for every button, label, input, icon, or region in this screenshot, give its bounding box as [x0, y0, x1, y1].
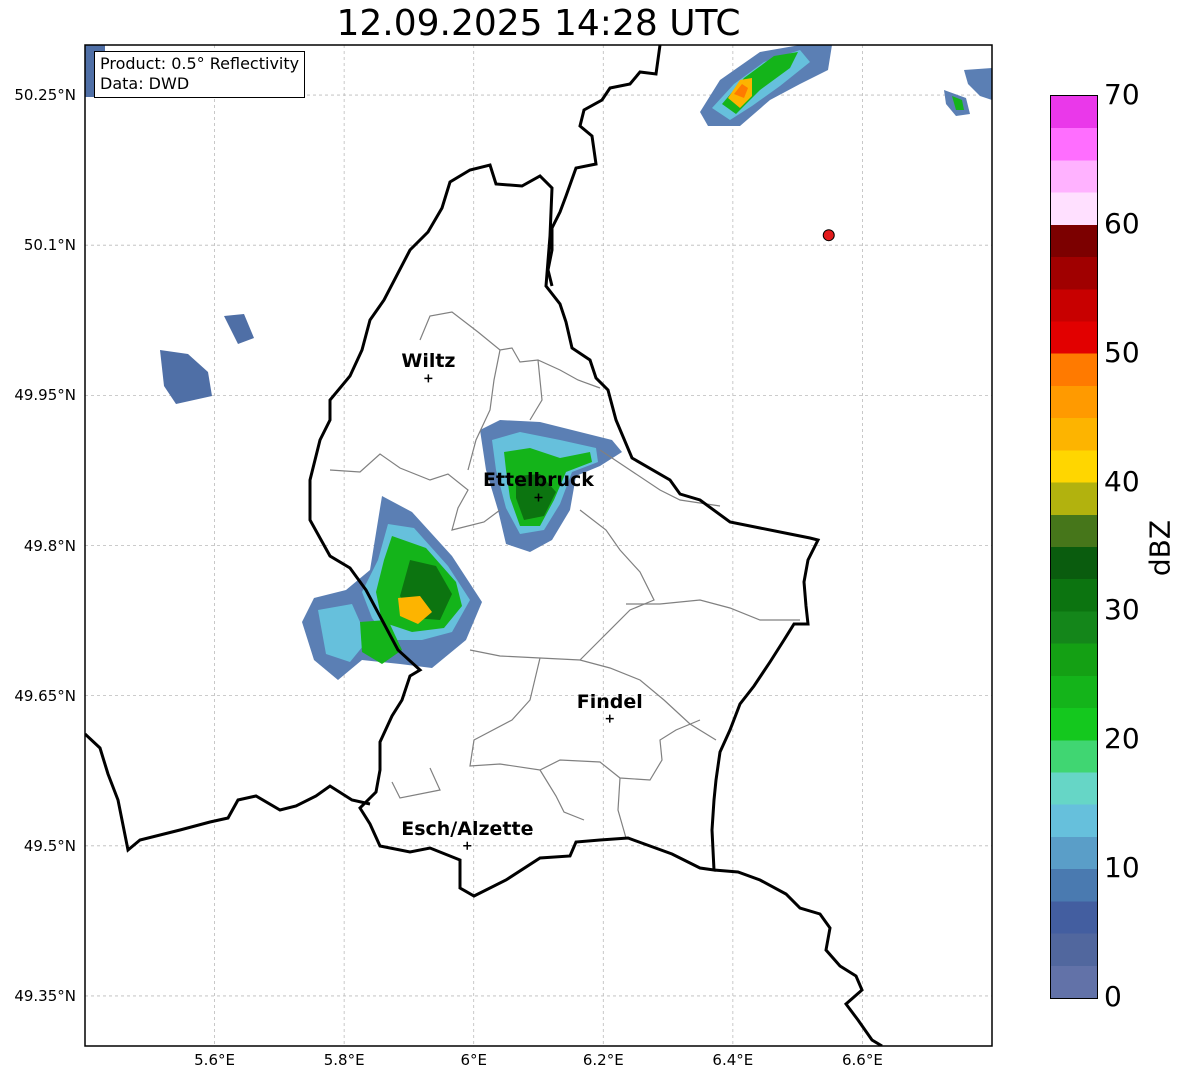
- radar-map: [84, 44, 993, 1047]
- latitude-tick-label: 50.1°N: [23, 236, 76, 255]
- colorbar-tick-label: 10: [1104, 851, 1140, 885]
- germany-border: [546, 45, 662, 287]
- latitude-tick-label: 49.65°N: [14, 686, 76, 705]
- latitude-tick-label: 49.5°N: [23, 836, 76, 855]
- colorbar: [1050, 95, 1098, 999]
- colorbar-tick-label: 50: [1104, 335, 1140, 369]
- latitude-tick-label: 49.95°N: [14, 386, 76, 405]
- echo-west-cluster: [85, 45, 254, 404]
- longitude-tick-label: 5.6°E: [194, 1051, 235, 1069]
- data-source-label: Data: DWD: [100, 74, 190, 93]
- city-label: Findel: [576, 690, 643, 713]
- colorbar-tick-label: 20: [1104, 722, 1140, 756]
- latitude-tick-label: 50.25°N: [14, 86, 76, 105]
- longitude-tick-label: 5.8°E: [323, 1051, 365, 1069]
- city-marker: [605, 714, 614, 723]
- latitude-tick-label: 49.8°N: [23, 536, 76, 555]
- longitude-tick-label: 6.4°E: [712, 1051, 754, 1069]
- product-info-box: Product: 0.5° Reflectivity Data: DWD: [94, 51, 306, 98]
- city-label: Ettelbruck: [483, 469, 594, 492]
- colorbar-tick-label: 40: [1104, 464, 1140, 498]
- colorbar-tick-label: 0: [1104, 980, 1122, 1013]
- longitude-tick-label: 6°E: [460, 1051, 487, 1069]
- city-marker: [424, 374, 433, 383]
- france-border: [85, 732, 371, 853]
- longitude-tick-label: 6.2°E: [582, 1051, 624, 1069]
- germany-border-south: [713, 868, 883, 1046]
- city-label: Wiltz: [401, 350, 456, 373]
- echo-north-cell: [700, 45, 992, 126]
- longitude-tick-label: 6.6°E: [842, 1051, 883, 1069]
- city-marker: [463, 841, 472, 850]
- city-label: Esch/Alzette: [401, 817, 534, 840]
- echo-sw-cell: [302, 496, 482, 680]
- colorbar-tick-label: 60: [1104, 206, 1140, 240]
- colorbar-tick-label: 30: [1104, 593, 1140, 627]
- colorbar-unit-label: dBZ: [1143, 519, 1177, 577]
- radar-site-marker: [822, 229, 835, 242]
- colorbar-tick-label: 70: [1104, 78, 1140, 111]
- latitude-tick-label: 49.35°N: [14, 986, 76, 1005]
- product-label: Product: 0.5° Reflectivity: [100, 54, 300, 73]
